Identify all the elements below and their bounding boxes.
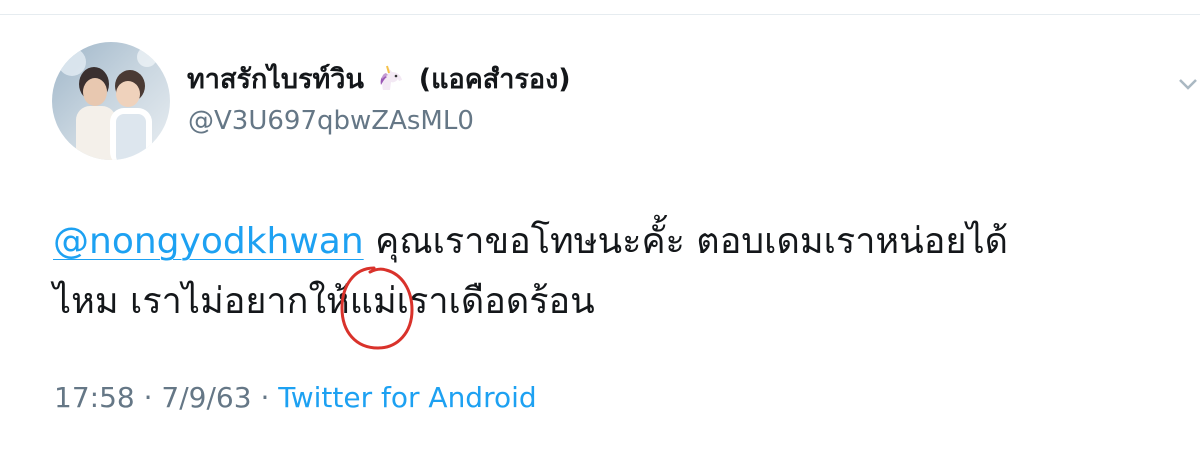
display-name[interactable]: ทาสรักไบรท์วิน (แอคสำรอง) <box>187 62 571 98</box>
tweet-text-part: ไหม เราไม่อยาก <box>53 281 309 322</box>
avatar[interactable] <box>52 42 170 160</box>
unicorn-icon <box>380 65 403 90</box>
user-handle[interactable]: @V3U697qbwZAsML0 <box>188 104 474 138</box>
tweet-time[interactable]: 17:58 <box>54 381 135 414</box>
red-circle-annotation <box>340 266 414 350</box>
tweet-text-part: คุณเราขอโทษนะคั้ะ ตอบเดมเราหน่อยได้ <box>375 221 1008 262</box>
tweet-date[interactable]: 7/9/63 <box>161 381 251 414</box>
tweet-view: ทาสรักไบรท์วิน (แอคสำรอง) @V3U697qbwZAsM… <box>0 0 1200 468</box>
divider <box>0 14 1200 15</box>
tweet-text: @nongyodkhwan คุณเราขอโทษนะคั้ะ ตอบเดมเร… <box>53 212 1173 332</box>
mention-link[interactable]: @nongyodkhwan <box>53 221 364 262</box>
display-name-text: ทาสรักไบรท์วิน <box>187 64 364 95</box>
display-name-suffix: (แอคสำรอง) <box>418 64 571 95</box>
source-link[interactable]: Twitter for Android <box>278 381 536 414</box>
tweet-line-2: ไหม เราไม่อยากให้แม่เราเดือดร้อน <box>53 272 1173 332</box>
meta-separator: · <box>143 381 153 414</box>
meta-separator: · <box>260 381 270 414</box>
tweet-meta: 17:58 · 7/9/63 · Twitter for Android <box>54 380 537 416</box>
chevron-down-icon[interactable] <box>1176 72 1200 96</box>
tweet-line-1: @nongyodkhwan คุณเราขอโทษนะคั้ะ ตอบเดมเร… <box>53 212 1173 272</box>
avatar-image <box>52 42 170 160</box>
